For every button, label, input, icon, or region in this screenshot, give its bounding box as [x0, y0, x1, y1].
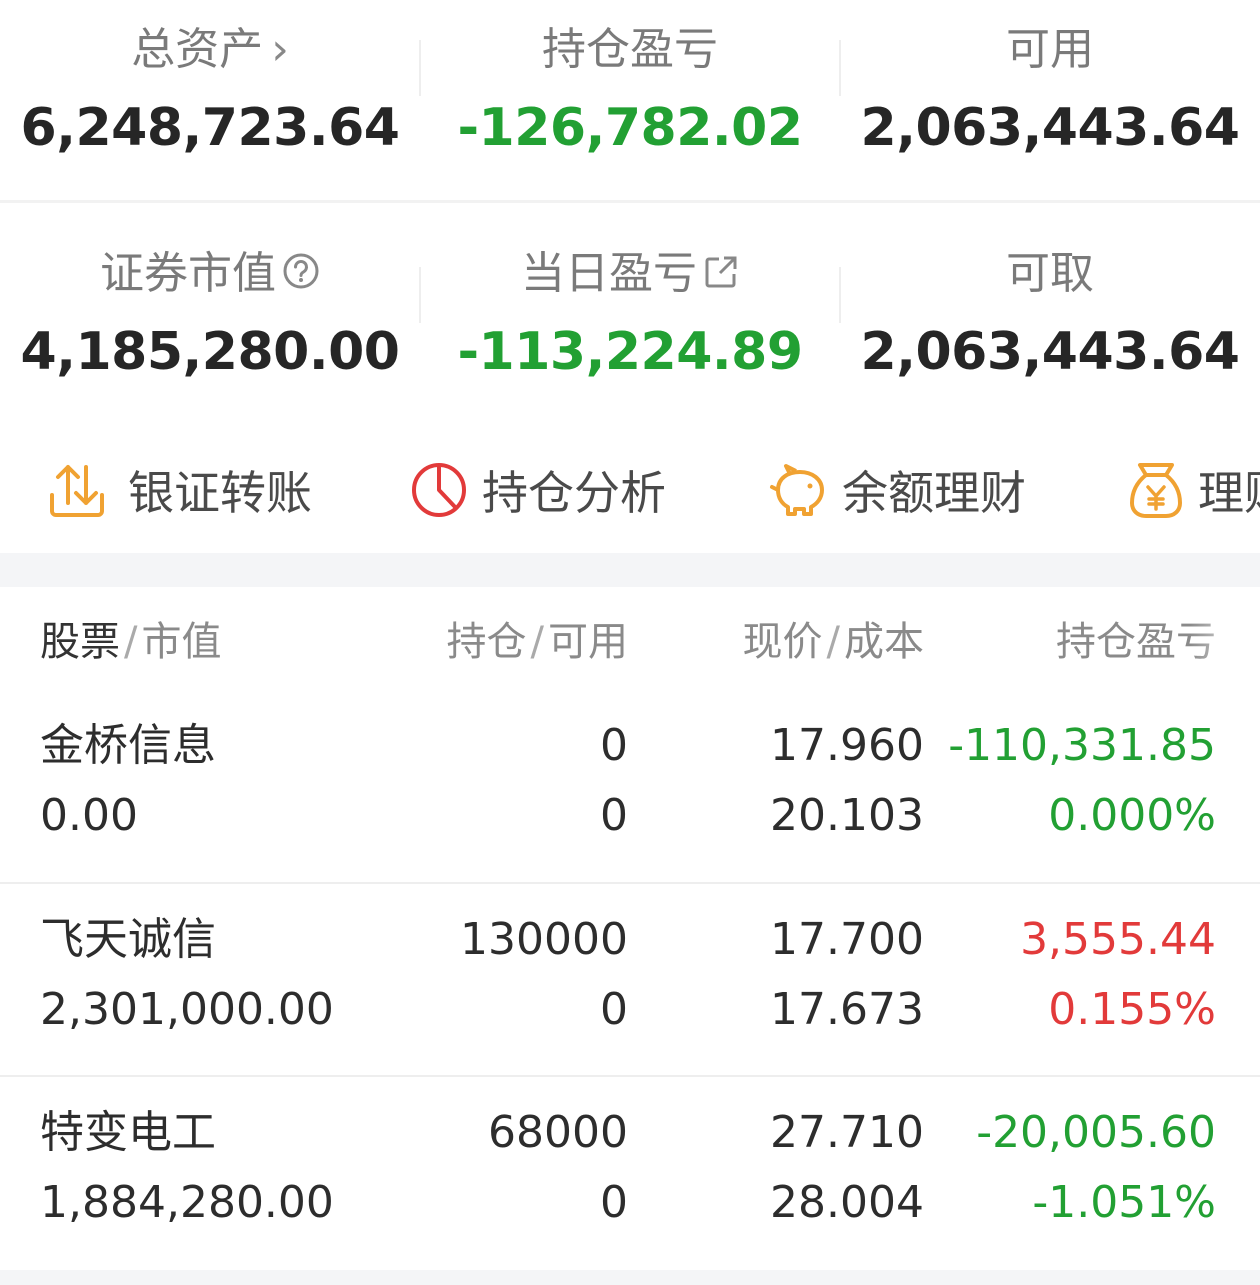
stock-position: 0	[600, 720, 628, 771]
market-value-value: 4,185,280.00	[20, 322, 400, 382]
total-assets-value: 6,248,723.64	[20, 98, 400, 158]
withdrawable-cell: 可取 2,063,443.64	[840, 203, 1260, 403]
stock-name: 特变电工	[40, 1107, 216, 1158]
total-assets-cell[interactable]: 总资产 › 6,248,723.64	[0, 0, 420, 200]
position-pl-label: 持仓盈亏	[542, 24, 718, 75]
market-value-label: 证券市值	[0, 248, 420, 302]
stock-position: 68000	[488, 1107, 628, 1158]
header-position[interactable]: 持仓 / 可用	[447, 617, 628, 667]
position-analysis-label: 持仓分析	[482, 466, 666, 520]
table-row[interactable]: 特变电工 1,884,280.00 68000 0 27.710 28.004 …	[0, 1077, 1260, 1269]
section-gap	[0, 1270, 1260, 1285]
quick-actions-bar: 银证转账 持仓分析 余额理财 理财	[0, 425, 1260, 555]
position-pl-cell: 持仓盈亏 -126,782.02	[420, 0, 840, 200]
stock-pl: -110,331.85	[948, 720, 1216, 771]
money-bag-icon	[1130, 463, 1182, 518]
position-pl-value: -126,782.02	[457, 98, 803, 158]
finance-label: 理财	[1198, 466, 1260, 520]
stock-name: 金桥信息	[40, 720, 216, 771]
stock-cost: 28.004	[770, 1177, 924, 1228]
stock-pl: -20,005.60	[976, 1107, 1216, 1158]
transfer-icon	[50, 465, 104, 517]
scroll-fade	[1190, 607, 1260, 677]
table-row[interactable]: 飞天诚信 2,301,000.00 130000 0 17.700 17.673…	[0, 884, 1260, 1076]
stock-price: 17.700	[770, 914, 924, 965]
bank-transfer-label: 银证转账	[128, 466, 312, 520]
market-value-cell: 证券市值 4,185,280.00	[0, 203, 420, 403]
stock-pl-percent: 0.000%	[1048, 790, 1216, 841]
section-gap	[0, 553, 1260, 587]
daily-pl-cell[interactable]: 当日盈亏 -113,224.89	[420, 203, 840, 403]
daily-pl-label[interactable]: 当日盈亏	[420, 248, 840, 302]
stock-cost: 20.103	[770, 790, 924, 841]
balance-finance-label: 余额理财	[842, 466, 1026, 520]
finance-button[interactable]: 理财	[1128, 459, 1260, 521]
stock-market-value: 0.00	[40, 790, 138, 841]
available-cell: 可用 2,063,443.64	[840, 0, 1260, 200]
daily-pl-value: -113,224.89	[457, 322, 803, 382]
summary-row-2: 证券市值 4,185,280.00 当日盈亏 -113,224.89 可取 2,…	[0, 203, 1260, 403]
stock-available: 0	[600, 984, 628, 1035]
position-analysis-button[interactable]: 持仓分析	[410, 459, 666, 521]
summary-row-1: 总资产 › 6,248,723.64 持仓盈亏 -126,782.02 可用 2,…	[0, 0, 1260, 200]
stock-market-value: 1,884,280.00	[40, 1177, 334, 1228]
holdings-header: 股票 / 市值 持仓 / 可用 现价 / 成本 持仓盈亏	[0, 587, 1260, 697]
stock-cost: 17.673	[770, 984, 924, 1035]
total-assets-label[interactable]: 总资产 ›	[0, 24, 420, 76]
help-circle-icon[interactable]	[282, 250, 320, 302]
table-row[interactable]: 金桥信息 0.00 0 0 17.960 20.103 -110,331.85 …	[0, 690, 1260, 882]
piggy-bank-icon	[770, 464, 824, 516]
stock-price: 17.960	[770, 720, 924, 771]
stock-pl-percent: 0.155%	[1048, 984, 1216, 1035]
stock-pl: 3,555.44	[1020, 914, 1216, 965]
stock-available: 0	[600, 790, 628, 841]
stock-price: 27.710	[770, 1107, 924, 1158]
stock-available: 0	[600, 1177, 628, 1228]
stock-pl-percent: -1.051%	[1032, 1177, 1216, 1228]
stock-name: 飞天诚信	[40, 914, 216, 965]
bank-transfer-button[interactable]: 银证转账	[46, 459, 312, 521]
withdrawable-value: 2,063,443.64	[860, 322, 1240, 382]
withdrawable-label: 可取	[1006, 248, 1094, 299]
stock-market-value: 2,301,000.00	[40, 984, 334, 1035]
header-stock[interactable]: 股票 / 市值	[40, 617, 221, 667]
pie-chart-icon	[412, 463, 466, 517]
external-link-icon[interactable]	[703, 250, 739, 302]
chevron-right-icon: ›	[271, 24, 289, 75]
header-price[interactable]: 现价 / 成本	[743, 617, 924, 667]
available-label: 可用	[1006, 24, 1094, 75]
stock-position: 130000	[460, 914, 628, 965]
balance-finance-button[interactable]: 余额理财	[768, 459, 1026, 521]
available-value: 2,063,443.64	[860, 98, 1240, 158]
